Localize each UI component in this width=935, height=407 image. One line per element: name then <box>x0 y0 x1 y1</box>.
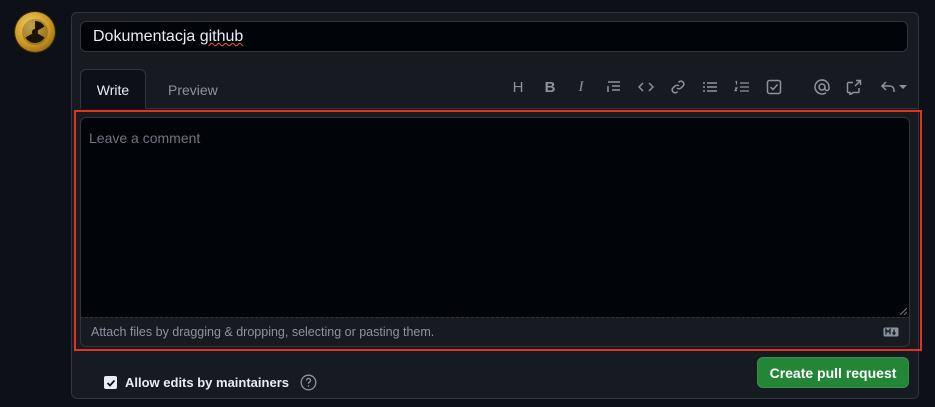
saved-replies-button[interactable] <box>876 76 910 98</box>
unordered-list-icon <box>703 82 717 92</box>
title-value: Dokumentacja <box>93 28 200 45</box>
mention-icon <box>814 79 830 95</box>
reply-icon <box>880 81 895 92</box>
caret-down-icon <box>898 85 907 89</box>
title-misspelled-word: github <box>199 28 244 45</box>
highlight-box <box>74 110 922 351</box>
cross-reference-icon <box>846 79 862 95</box>
quote-icon <box>607 81 620 92</box>
task-list-icon <box>766 79 782 95</box>
link-button[interactable] <box>667 76 689 98</box>
ordered-list-button[interactable] <box>731 76 753 98</box>
code-button[interactable] <box>635 76 657 98</box>
ordered-list-icon <box>734 80 749 92</box>
heading-icon: H <box>512 78 524 96</box>
italic-button[interactable]: I <box>570 76 592 98</box>
tab-divider <box>146 108 917 109</box>
mention-button[interactable] <box>811 76 833 98</box>
cross-reference-button[interactable] <box>843 76 865 98</box>
markdown-toolbar: H B I <box>0 76 935 98</box>
bold-button[interactable]: B <box>539 76 561 98</box>
italic-icon: I <box>578 78 584 95</box>
quote-button[interactable] <box>603 76 625 98</box>
allow-edits-checkbox[interactable] <box>104 376 117 389</box>
bold-icon: B <box>544 78 556 96</box>
title-input[interactable]: Dokumentacja github <box>80 21 908 52</box>
unordered-list-button[interactable] <box>699 76 721 98</box>
task-list-button[interactable] <box>763 76 785 98</box>
question-icon[interactable] <box>300 374 317 391</box>
avatar[interactable] <box>15 12 55 52</box>
code-icon <box>638 82 654 92</box>
create-pull-request-button[interactable]: Create pull request <box>757 357 909 388</box>
allow-edits-label[interactable]: Allow edits by maintainers <box>125 375 289 390</box>
check-icon <box>106 379 115 387</box>
radiation-icon <box>22 19 48 45</box>
link-icon <box>671 80 685 94</box>
heading-button[interactable]: H <box>507 76 529 98</box>
